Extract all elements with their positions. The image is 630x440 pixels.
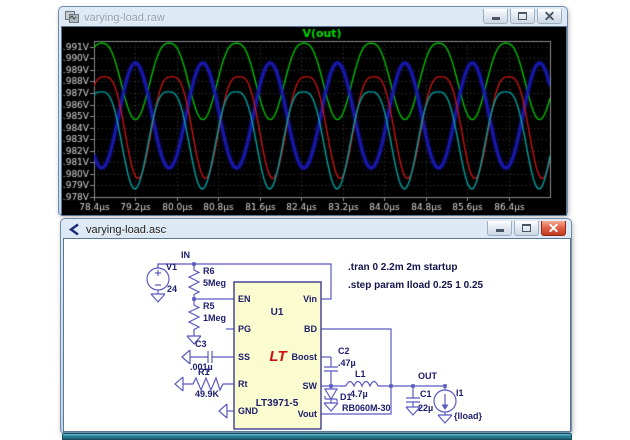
- voltage-source-v1[interactable]: V1 24: [147, 262, 177, 302]
- component-refdes: C3: [195, 339, 207, 349]
- resistor-r6[interactable]: R6 5Meg: [189, 264, 226, 299]
- ic-u1-lt3971[interactable]: EN PG SS Rt GND Vin BD Boost SW Vout U1 …: [234, 282, 321, 429]
- component-refdes: R5: [203, 301, 215, 311]
- schematic-window-titlebar[interactable]: varying-load.asc: [63, 221, 569, 238]
- schematic-canvas[interactable]: IN OUT .tran 0 2.2m 2m startup .step par…: [64, 239, 570, 431]
- maximize-icon: [522, 224, 531, 232]
- schematic-window: varying-load.asc: [60, 218, 572, 433]
- directive-tran: .tran 0 2.2m 2m startup: [348, 262, 457, 273]
- minimize-button[interactable]: [487, 221, 512, 236]
- component-value: 4.7µ: [350, 389, 368, 399]
- close-icon: [544, 11, 555, 22]
- current-source-i1[interactable]: I1 {Iload}: [434, 386, 483, 423]
- ground-gnd-pin: [219, 404, 234, 418]
- schematic-window-title: varying-load.asc: [86, 224, 166, 236]
- capacitor-c1[interactable]: C1 22µ: [406, 386, 433, 415]
- component-value: 5Meg: [203, 278, 226, 288]
- schematic-pane: IN OUT .tran 0 2.2m 2m startup .step par…: [63, 238, 571, 432]
- component-refdes: C2: [338, 346, 350, 356]
- component-value: RB060M-30: [342, 403, 391, 413]
- plot-window-titlebar[interactable]: varying-load.raw: [61, 9, 565, 26]
- component-value: {Iload}: [454, 411, 483, 421]
- pin-label-ss: SS: [238, 352, 250, 362]
- waveform-window-icon: [65, 11, 79, 24]
- component-value: 22µ: [418, 403, 433, 413]
- component-refdes: I1: [456, 388, 464, 398]
- resistor-r5[interactable]: R5 1Meg: [187, 299, 226, 344]
- chip-part-number: LT3971-5: [256, 398, 299, 409]
- pin-label-vin: Vin: [303, 294, 317, 304]
- plot-window-title: varying-load.raw: [84, 12, 165, 24]
- maximize-button[interactable]: [510, 9, 535, 24]
- ltspice-schematic-icon: [67, 223, 81, 236]
- plot-window: varying-load.raw: [58, 6, 568, 215]
- waveform-plot-canvas[interactable]: [62, 27, 566, 215]
- pin-label-bd: BD: [304, 324, 317, 334]
- close-icon: [548, 223, 559, 234]
- pin-label-rt: Rt: [238, 379, 248, 389]
- component-value: 1Meg: [203, 313, 226, 323]
- pin-label-pg: PG: [238, 324, 251, 334]
- background-window-edge[interactable]: [62, 433, 572, 440]
- waveform-pane: [61, 26, 567, 216]
- component-value: 24: [167, 284, 177, 294]
- pin-label-boost: Boost: [292, 352, 318, 362]
- capacitor-c2[interactable]: C2 .47µ: [324, 346, 356, 386]
- maximize-button[interactable]: [514, 221, 539, 236]
- net-label-in: IN: [181, 250, 190, 260]
- component-value: .47µ: [338, 358, 356, 368]
- component-refdes: V1: [166, 262, 177, 272]
- component-value: 49.9K: [195, 389, 220, 399]
- net-label-out: OUT: [418, 371, 438, 381]
- pin-label-en: EN: [238, 294, 251, 304]
- pin-label-vout: Vout: [298, 409, 317, 419]
- maximize-icon: [518, 12, 527, 20]
- close-button[interactable]: [541, 221, 566, 236]
- lt-logo: LT: [269, 348, 288, 365]
- minimize-button[interactable]: [483, 9, 508, 24]
- component-refdes: L1: [355, 369, 366, 379]
- component-refdes: R6: [203, 266, 215, 276]
- directive-step: .step param Iload 0.25 1 0.25: [348, 280, 484, 291]
- close-button[interactable]: [537, 9, 562, 24]
- inductor-l1[interactable]: L1 4.7µ: [346, 369, 378, 399]
- resistor-r1[interactable]: R1 49.9K: [175, 367, 234, 399]
- minimize-icon: [496, 229, 504, 232]
- minimize-icon: [492, 17, 500, 20]
- pin-label-sw: SW: [303, 381, 318, 391]
- component-refdes: C1: [420, 389, 432, 399]
- component-refdes: R1: [198, 367, 210, 377]
- chip-refdes: U1: [271, 307, 284, 318]
